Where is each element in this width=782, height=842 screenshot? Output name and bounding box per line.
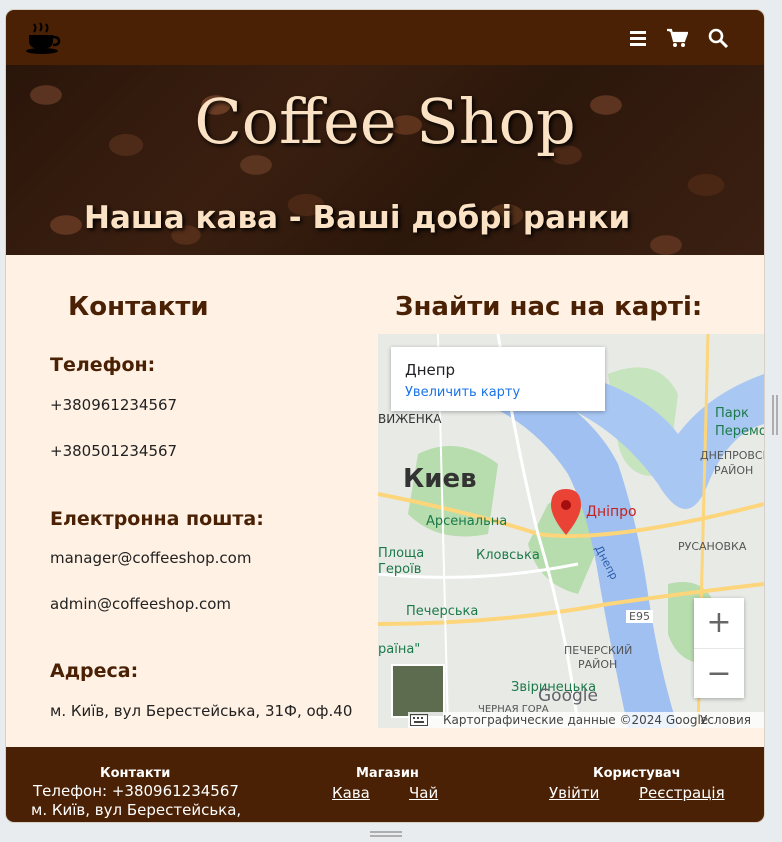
hero-title: Coffee Shop (194, 85, 576, 158)
footer-link-register[interactable]: Реєстрація (639, 784, 725, 802)
enlarge-map-link[interactable]: Увеличить карту (405, 385, 520, 400)
top-navbar (6, 10, 764, 65)
contacts-heading: Контакти (68, 292, 209, 322)
google-map[interactable]: Днепр Увеличить карту Киев ВИЖЕНКА Парк … (378, 334, 764, 728)
map-label-arsenalna: Арсенальна (426, 514, 508, 529)
resize-grip-vertical[interactable] (771, 395, 779, 435)
map-label-e95: E95 (626, 610, 653, 623)
map-label-peremoha: Перемо (715, 424, 764, 439)
map-label-pecherskyi: ПЕЧЕРСКИЙ (564, 644, 633, 657)
map-place-card: Днепр Увеличить карту (391, 347, 605, 411)
page-frame: Coffee Shop Наша кава - Ваші добрі ранки… (6, 10, 764, 822)
keyboard-icon[interactable] (410, 714, 428, 726)
email-2[interactable]: admin@coffeeshop.com (50, 595, 231, 613)
map-label-heroiv: Героїв (378, 562, 422, 577)
footer-phone: Телефон: +380961234567 (33, 782, 239, 800)
map-place-title: Днепр (405, 361, 456, 379)
footer-link-tea[interactable]: Чай (409, 784, 438, 802)
search-icon[interactable] (708, 28, 730, 48)
map-label-klovska: Кловська (476, 548, 540, 563)
footer-address: м. Київ, вул Берестейська, (31, 801, 242, 819)
email-1[interactable]: manager@coffeeshop.com (50, 549, 251, 567)
map-label-park: Парк (715, 406, 749, 421)
map-label-raion: РАЙОН (714, 464, 754, 477)
phone-label: Телефон: (50, 354, 156, 376)
map-label-ploshcha: Площа (378, 546, 425, 561)
map-label-dniprovskyi: ДНЕПРОВСКИЙ (700, 449, 764, 462)
coffee-cup-icon[interactable] (24, 20, 62, 56)
hamburger-menu-icon[interactable] (628, 28, 650, 48)
footer-link-login[interactable]: Увійти (549, 784, 599, 802)
phone-1[interactable]: +380961234567 (50, 396, 177, 414)
map-attribution-bar: Картографические данные ©2024 Google Усл… (408, 712, 764, 728)
map-terms-link[interactable]: Условия (700, 713, 751, 727)
map-label-vyzhenka: ВИЖЕНКА (378, 412, 442, 426)
map-label-city: Киев (403, 464, 477, 494)
hero-subtitle: Наша кава - Ваші добрі ранки (84, 200, 631, 236)
address-text: м. Київ, вул Берестейська, 31Ф, оф.40 (50, 702, 353, 720)
zoom-out-button[interactable]: − (694, 648, 744, 699)
map-attribution: Картографические данные ©2024 Google (443, 713, 709, 727)
address-label: Адреса: (50, 660, 139, 682)
map-label-yraina: раїна" (378, 642, 421, 657)
footer-contacts-heading: Контакти (100, 766, 171, 781)
satellite-toggle-thumbnail[interactable] (391, 664, 445, 718)
email-label: Електронна пошта: (50, 508, 264, 530)
shopping-cart-icon[interactable] (666, 28, 688, 48)
hero-banner: Coffee Shop Наша кава - Ваші добрі ранки (6, 65, 764, 255)
footer-user-heading: Користувач (593, 766, 681, 781)
zoom-in-button[interactable]: + (694, 598, 744, 648)
page-footer: Контакти Телефон: +380961234567 м. Київ,… (6, 747, 764, 822)
map-google-logo: Google (538, 686, 598, 706)
map-label-rusanovka: РУСАНОВКА (678, 540, 747, 553)
map-label-dnipro-marker: Дніпро (586, 504, 637, 520)
footer-shop-heading: Магазин (356, 766, 419, 781)
map-label-raion-2: РАЙОН (578, 658, 618, 671)
footer-link-coffee[interactable]: Кава (332, 784, 370, 802)
map-zoom-controls: + − (694, 598, 744, 698)
map-heading: Знайти нас на карті: (395, 292, 703, 322)
phone-2[interactable]: +380501234567 (50, 442, 177, 460)
map-label-pecherska: Печерська (406, 604, 479, 619)
resize-grip-horizontal[interactable] (370, 830, 402, 838)
